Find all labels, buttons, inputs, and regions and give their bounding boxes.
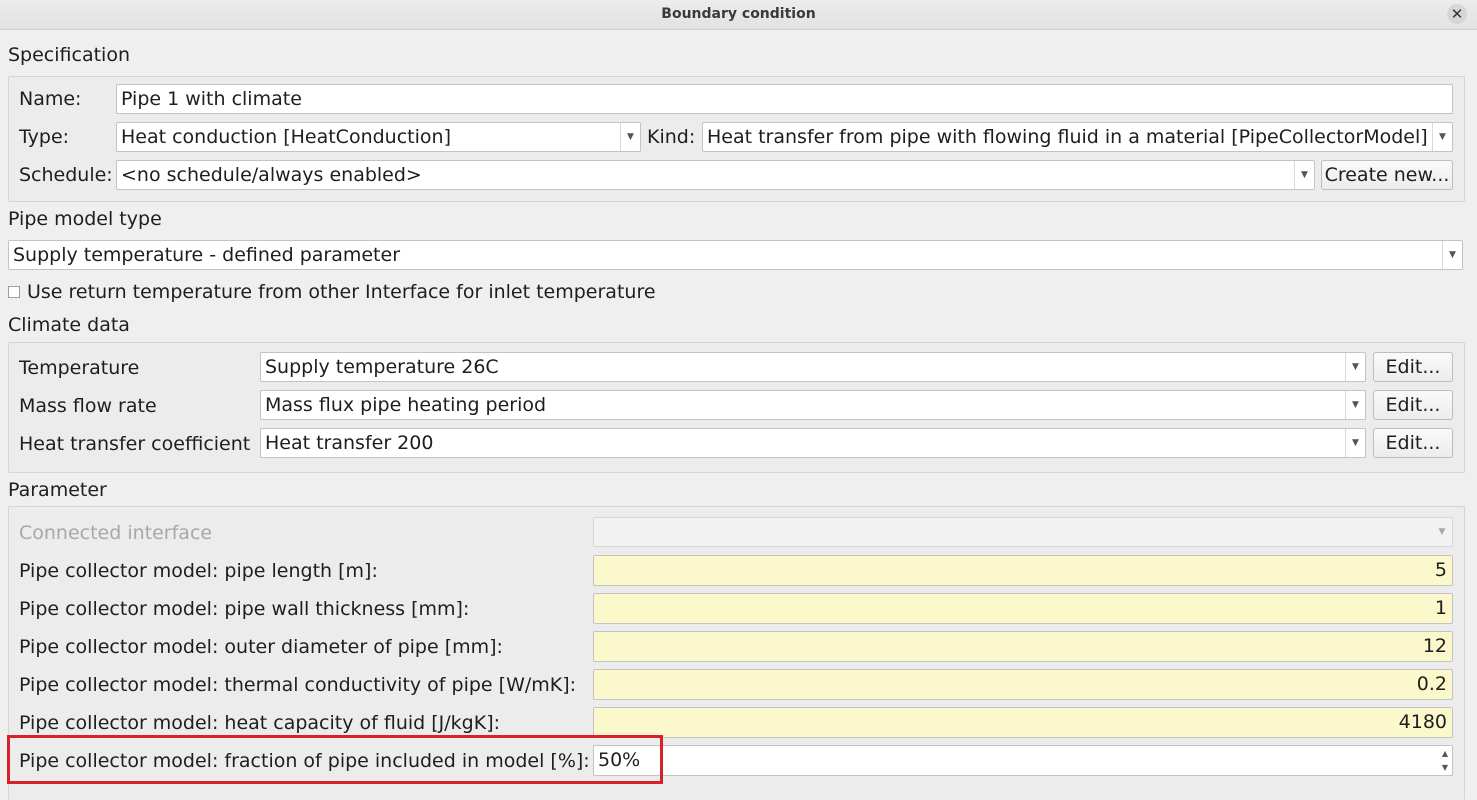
chevron-down-icon: ▼	[1294, 161, 1314, 189]
chevron-down-icon: ▼	[620, 123, 640, 151]
heat-transfer-combobox[interactable]: Heat transfer 200 ▼	[260, 428, 1366, 458]
schedule-label: Schedule:	[19, 164, 113, 186]
chevron-down-icon: ▼	[1442, 241, 1462, 269]
climate-row-value: Mass flux pipe heating period	[265, 394, 547, 416]
name-field[interactable]: Pipe 1 with climate	[116, 84, 1453, 114]
pipe-model-combobox[interactable]: Supply temperature - defined parameter ▼	[8, 240, 1463, 270]
climate-row-label: Temperature	[19, 357, 140, 379]
edit-mass-flow-button[interactable]: Edit...	[1373, 390, 1453, 420]
kind-combobox[interactable]: Heat transfer from pipe with flowing flu…	[702, 122, 1453, 152]
create-new-button[interactable]: Create new...	[1321, 160, 1453, 190]
parameter-row-label: Pipe collector model: outer diameter of …	[19, 636, 503, 658]
fraction-spinbox[interactable]: 50% ▲ ▼	[593, 745, 1453, 776]
chevron-down-icon: ▼	[1345, 391, 1365, 419]
chevron-down-icon: ▼	[1432, 123, 1452, 151]
return-temperature-label: Use return temperature from other Interf…	[27, 281, 656, 303]
spin-up-icon[interactable]: ▲	[1438, 747, 1452, 761]
edit-heat-transfer-button[interactable]: Edit...	[1373, 428, 1453, 458]
chevron-down-icon: ▼	[1432, 518, 1452, 546]
climate-row-value: Supply temperature 26C	[265, 356, 499, 378]
connected-interface-combobox[interactable]: ▼	[593, 517, 1453, 547]
kind-value: Heat transfer from pipe with flowing flu…	[707, 126, 1428, 148]
type-combobox[interactable]: Heat conduction [HeatConduction] ▼	[116, 122, 641, 152]
type-value: Heat conduction [HeatConduction]	[121, 126, 451, 148]
wall-thickness-field[interactable]: 1	[593, 593, 1453, 624]
climate-row-label: Heat transfer coefficient	[19, 433, 251, 455]
climate-title: Climate data	[8, 314, 130, 336]
heat-capacity-field[interactable]: 4180	[593, 707, 1453, 738]
highlight-box	[7, 735, 663, 784]
temperature-combobox[interactable]: Supply temperature 26C ▼	[260, 352, 1366, 382]
outer-diameter-field[interactable]: 12	[593, 631, 1453, 662]
specification-title: Specification	[8, 44, 130, 66]
connected-interface-label: Connected interface	[19, 522, 213, 544]
pipe-model-value: Supply temperature - defined parameter	[13, 244, 401, 266]
return-temperature-checkbox[interactable]	[8, 286, 20, 298]
thermal-conductivity-field[interactable]: 0.2	[593, 669, 1453, 700]
kind-label: Kind:	[647, 126, 696, 148]
schedule-value: <no schedule/always enabled>	[121, 164, 422, 186]
mass-flow-combobox[interactable]: Mass flux pipe heating period ▼	[260, 390, 1366, 420]
climate-row-value: Heat transfer 200	[265, 432, 434, 454]
climate-row-label: Mass flow rate	[19, 395, 157, 417]
name-label: Name:	[19, 88, 82, 110]
chevron-down-icon: ▼	[1345, 353, 1365, 381]
pipe-model-title: Pipe model type	[8, 208, 162, 230]
spin-down-icon[interactable]: ▼	[1438, 761, 1452, 775]
pipe-length-field[interactable]: 5	[593, 555, 1453, 586]
window-title: Boundary condition	[661, 6, 816, 22]
parameter-row-label: Pipe collector model: pipe length [m]:	[19, 560, 378, 582]
type-label: Type:	[19, 126, 70, 148]
schedule-combobox[interactable]: <no schedule/always enabled> ▼	[116, 160, 1315, 190]
parameter-row-label: Pipe collector model: pipe wall thicknes…	[19, 598, 470, 620]
parameter-row-label: Pipe collector model: heat capacity of f…	[19, 712, 501, 734]
parameter-title: Parameter	[8, 479, 107, 501]
close-icon[interactable]: ✕	[1447, 4, 1467, 24]
chevron-down-icon: ▼	[1345, 429, 1365, 457]
parameter-row-label: Pipe collector model: thermal conductivi…	[19, 674, 577, 696]
edit-temperature-button[interactable]: Edit...	[1373, 352, 1453, 382]
